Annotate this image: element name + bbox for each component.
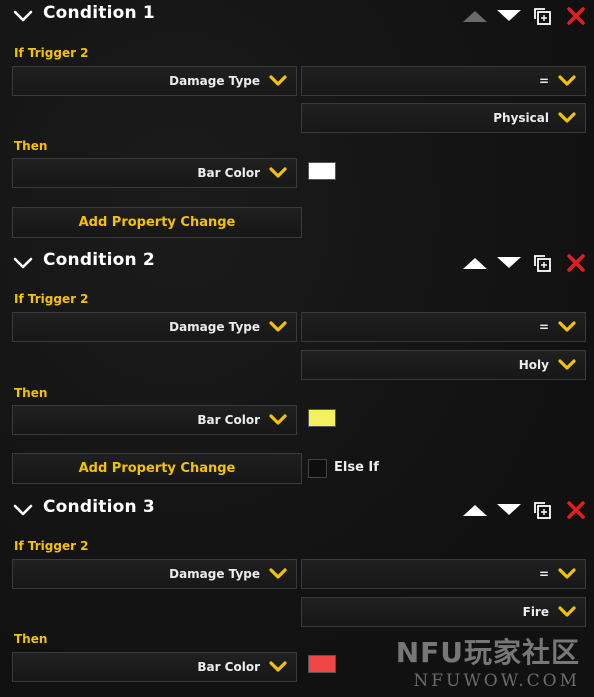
duplicate-icon (534, 502, 551, 519)
move-up-button[interactable] (461, 251, 489, 275)
watermark-url: NFUWOW.COM (413, 671, 580, 691)
delete-button[interactable] (562, 251, 590, 275)
then-label: Then (14, 632, 48, 646)
move-up-button[interactable] (461, 4, 489, 28)
close-icon (567, 254, 585, 272)
else-if-checkbox[interactable] (308, 459, 327, 478)
else-if-label: Else If (334, 460, 379, 475)
condition-title: Condition 2 (43, 250, 155, 270)
triangle-up-icon (463, 258, 487, 269)
chevron-down-icon (269, 414, 287, 425)
triangle-up-icon (463, 11, 487, 22)
color-swatch[interactable] (308, 655, 336, 673)
condition-header: Condition 3 (0, 494, 594, 526)
condition-2: Condition 2 If Trigger 2 Damage Type = H… (0, 247, 594, 493)
value-text: Physical (493, 111, 549, 125)
property-dropdown[interactable]: Damage Type (12, 559, 297, 589)
if-label: If Trigger 2 (14, 292, 89, 306)
duplicate-button[interactable] (528, 498, 556, 522)
operator-value: = (538, 567, 549, 581)
property-value: Damage Type (169, 567, 260, 581)
duplicate-button[interactable] (528, 251, 556, 275)
move-down-button[interactable] (495, 251, 523, 275)
move-down-button[interactable] (495, 498, 523, 522)
if-label: If Trigger 2 (14, 46, 89, 60)
operator-value: = (538, 320, 549, 334)
value-dropdown[interactable]: Physical (301, 103, 586, 133)
operator-dropdown[interactable]: = (301, 312, 586, 342)
duplicate-button[interactable] (528, 4, 556, 28)
delete-button[interactable] (562, 498, 590, 522)
color-swatch[interactable] (308, 409, 336, 427)
color-swatch[interactable] (308, 162, 336, 180)
condition-1: Condition 1 If Trigger 2 Damage Type = P… (0, 0, 594, 246)
change-property-value: Bar Color (197, 166, 260, 180)
value-dropdown[interactable]: Fire (301, 597, 586, 627)
chevron-down-icon (558, 321, 576, 332)
move-up-button[interactable] (461, 498, 489, 522)
chevron-down-icon (558, 568, 576, 579)
chevron-down-icon[interactable] (12, 255, 34, 271)
watermark-title: NFU玩家社区 (395, 636, 580, 669)
triangle-up-icon (463, 505, 487, 516)
chevron-down-icon (269, 75, 287, 86)
change-property-dropdown[interactable]: Bar Color (12, 652, 297, 682)
chevron-down-icon (269, 568, 287, 579)
property-value: Damage Type (169, 74, 260, 88)
chevron-down-icon (269, 661, 287, 672)
close-icon (567, 7, 585, 25)
property-dropdown[interactable]: Damage Type (12, 66, 297, 96)
operator-dropdown[interactable]: = (301, 66, 586, 96)
change-property-value: Bar Color (197, 660, 260, 674)
operator-value: = (538, 74, 549, 88)
condition-title: Condition 3 (43, 497, 155, 517)
value-text: Holy (518, 358, 549, 372)
value-text: Fire (522, 605, 549, 619)
duplicate-icon (534, 8, 551, 25)
watermark: NFU玩家社区 NFUWOW.COM (396, 631, 580, 691)
operator-dropdown[interactable]: = (301, 559, 586, 589)
change-property-value: Bar Color (197, 413, 260, 427)
if-label: If Trigger 2 (14, 539, 89, 553)
then-label: Then (14, 386, 48, 400)
condition-header: Condition 1 (0, 0, 594, 32)
close-icon (567, 501, 585, 519)
chevron-down-icon (558, 112, 576, 123)
weakaura-conditions-panel: Condition 1 If Trigger 2 Damage Type = P… (0, 0, 594, 697)
move-down-button[interactable] (495, 4, 523, 28)
chevron-down-icon (558, 75, 576, 86)
triangle-down-icon (497, 504, 521, 515)
then-label: Then (14, 139, 48, 153)
condition-header: Condition 2 (0, 247, 594, 279)
chevron-down-icon (269, 321, 287, 332)
property-dropdown[interactable]: Damage Type (12, 312, 297, 342)
change-property-dropdown[interactable]: Bar Color (12, 405, 297, 435)
property-value: Damage Type (169, 320, 260, 334)
add-property-change-button[interactable]: Add Property Change (12, 453, 302, 484)
chevron-down-icon (558, 606, 576, 617)
delete-button[interactable] (562, 4, 590, 28)
condition-title: Condition 1 (43, 3, 155, 23)
chevron-down-icon[interactable] (12, 8, 34, 24)
change-property-dropdown[interactable]: Bar Color (12, 158, 297, 188)
chevron-down-icon (558, 359, 576, 370)
chevron-down-icon[interactable] (12, 502, 34, 518)
value-dropdown[interactable]: Holy (301, 350, 586, 380)
triangle-down-icon (497, 257, 521, 268)
chevron-down-icon (269, 167, 287, 178)
triangle-down-icon (497, 10, 521, 21)
add-property-change-button[interactable]: Add Property Change (12, 207, 302, 238)
duplicate-icon (534, 255, 551, 272)
